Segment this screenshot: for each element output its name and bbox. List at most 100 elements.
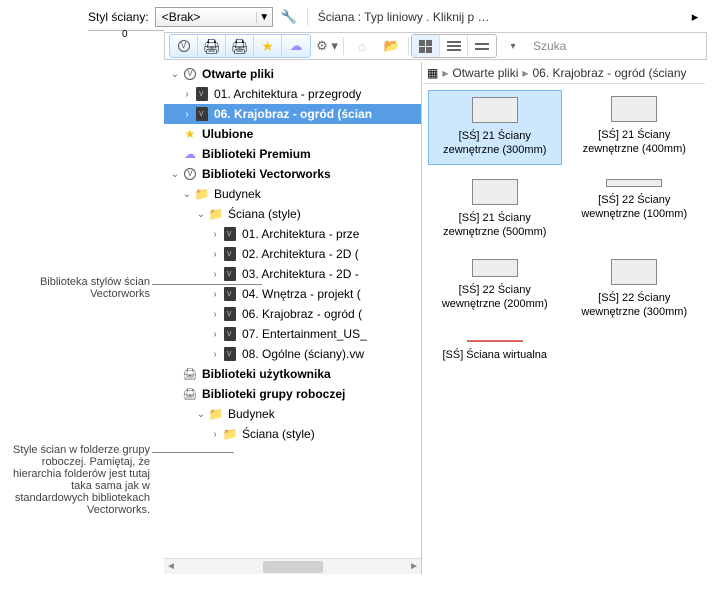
thumb-item[interactable]: [SŚ] 22 Ściany wewnętrzne (100mm) — [568, 173, 702, 246]
annotation-text: Style ścian w folderze grupy roboczej. P… — [13, 444, 150, 516]
tree-style-08[interactable]: ›08. Ogólne (ściany).vw — [164, 344, 421, 364]
disclosure-icon[interactable]: ⌄ — [180, 189, 194, 200]
disclosure-icon[interactable]: ⌄ — [168, 169, 182, 180]
scroll-left-icon[interactable]: ◄ — [166, 561, 176, 572]
tree-style-04[interactable]: › 04. Wnętrza - projekt ( — [164, 284, 421, 304]
thumb-item[interactable]: [SŚ] 22 Ściany wewnętrzne (300mm) — [568, 253, 702, 326]
thumb-preview — [472, 179, 518, 205]
disclosure-icon[interactable]: › — [208, 349, 222, 360]
folder-open-icon[interactable]: 📂 — [378, 34, 406, 58]
thumb-item[interactable]: [SŚ] 22 Ściany wewnętrzne (200mm) — [428, 253, 562, 326]
disclosure-icon[interactable]: › — [208, 289, 222, 300]
node-label: Ściana (style) — [226, 207, 301, 221]
ruler: 0 — [88, 30, 164, 48]
node-label: 04. Wnętrza - projekt ( — [240, 287, 361, 301]
thumb-caption: [SŚ] 21 Ściany zewnętrzne (300mm) — [433, 129, 557, 158]
cloud-icon: ☁ — [182, 146, 198, 162]
search-input[interactable]: Szuka — [533, 39, 566, 53]
help-icon[interactable]: ▸ — [683, 6, 707, 28]
node-label: 03. Architektura - 2D - — [240, 267, 359, 281]
disclosure-icon[interactable]: › — [208, 269, 222, 280]
gear-icon[interactable]: ⚙ ▾ — [313, 34, 341, 58]
disclosure-icon[interactable]: ⌄ — [194, 409, 208, 420]
user-icon[interactable]: 🖨 — [198, 35, 226, 57]
home-icon[interactable]: ⌂ — [348, 34, 376, 58]
node-label: 06. Krajobraz - ogród ( — [240, 307, 362, 321]
thumb-caption: [SŚ] 22 Ściany wewnętrzne (200mm) — [432, 283, 558, 312]
file-icon — [194, 86, 210, 102]
disclosure-icon[interactable]: ⌄ — [194, 209, 208, 220]
file-icon — [222, 326, 238, 342]
file-icon — [222, 286, 238, 302]
ruler-zero: 0 — [122, 29, 128, 40]
file-icon — [194, 106, 210, 122]
thumb-caption: [SŚ] 21 Ściany zewnętrzne (400mm) — [572, 128, 698, 157]
crumb-open-files[interactable]: Otwarte pliki — [452, 66, 518, 80]
folder-icon: 📁 — [194, 186, 210, 202]
grid-view-icon[interactable] — [412, 35, 440, 57]
tree-premium[interactable]: › ☁ Biblioteki Premium — [164, 144, 421, 164]
node-label: Biblioteki grupy roboczej — [200, 387, 345, 401]
vw-icon: V — [182, 166, 198, 182]
settings-icon[interactable]: 🔧 — [277, 6, 301, 28]
cloud-icon[interactable]: ☁ — [282, 35, 310, 57]
disclosure-icon[interactable]: ⌄ — [168, 69, 182, 80]
node-label: 06. Krajobraz - ogród (ścian — [212, 107, 372, 121]
tree-workgroup-libraries[interactable]: › 🖨 Biblioteki grupy roboczej — [164, 384, 421, 404]
tree-vw-libraries[interactable]: ⌄ V Biblioteki Vectorworks — [164, 164, 421, 184]
breadcrumb-icon[interactable]: ▦ — [427, 66, 438, 80]
file-icon — [222, 226, 238, 242]
dropdown-value: <Brak> — [156, 10, 256, 24]
tree-style-01[interactable]: ›01. Architektura - prze — [164, 224, 421, 244]
tree-file-06-selected[interactable]: › 06. Krajobraz - ogród (ścian — [164, 104, 421, 124]
disclosure-icon[interactable]: › — [180, 109, 194, 120]
annotation-workgroup: Style ścian w folderze grupy roboczej. P… — [0, 444, 150, 516]
mode-description: Ściana : Typ liniowy . Kliknij p … — [314, 10, 679, 24]
list-view-icon[interactable] — [440, 35, 468, 57]
thumb-item[interactable]: [SŚ] Ściana wirtualna — [428, 334, 562, 368]
tree-wg-sciana[interactable]: › 📁 Ściana (style) — [164, 424, 421, 444]
tree-favorites[interactable]: › ★ Ulubione — [164, 124, 421, 144]
tree-style-06[interactable]: › 06. Krajobraz - ogród ( — [164, 304, 421, 324]
more-icon[interactable]: ▾ — [499, 34, 527, 58]
tree-budynek[interactable]: ⌄ 📁 Budynek — [164, 184, 421, 204]
tree-user-libraries[interactable]: › 🖨 Biblioteki użytkownika — [164, 364, 421, 384]
style-label: Styl ściany: — [88, 10, 151, 24]
thumb-item[interactable]: [SŚ] 21 Ściany zewnętrzne (500mm) — [428, 173, 562, 246]
annotation-text: Biblioteka stylów ścian Vectorworks — [40, 276, 150, 300]
node-label: 07. Entertainment_US_ — [240, 327, 367, 341]
disclosure-icon[interactable]: › — [208, 229, 222, 240]
disclosure-icon[interactable]: › — [208, 309, 222, 320]
disclosure-icon[interactable]: › — [180, 89, 194, 100]
separator — [343, 37, 344, 55]
disclosure-icon[interactable]: › — [208, 329, 222, 340]
tree-sciana-style[interactable]: ⌄ 📁 Ściana (style) — [164, 204, 421, 224]
tree-style-02[interactable]: ›02. Architektura - 2D ( — [164, 244, 421, 264]
disclosure-icon[interactable]: › — [208, 249, 222, 260]
thumb-preview — [611, 259, 657, 285]
group-icon[interactable]: 🖨 — [226, 35, 254, 57]
disclosure-icon[interactable]: › — [208, 429, 222, 440]
vw-icon: V — [182, 66, 198, 82]
thumb-item[interactable]: [SŚ] 21 Ściany zewnętrzne (400mm) — [568, 90, 702, 165]
tree-file-01[interactable]: › 01. Architektura - przegrody — [164, 84, 421, 104]
vw-icon[interactable]: V — [170, 35, 198, 57]
node-label: 01. Architektura - przegrody — [212, 87, 361, 101]
node-label: Budynek — [226, 407, 275, 421]
scroll-right-icon[interactable]: ► — [409, 561, 419, 572]
wall-style-dropdown[interactable]: <Brak> ▼ — [155, 7, 273, 27]
tree-hscrollbar[interactable]: ◄ ► — [164, 558, 421, 574]
scroll-thumb[interactable] — [263, 561, 323, 573]
node-label: Ściana (style) — [240, 427, 315, 441]
star-icon[interactable]: ★ — [254, 35, 282, 57]
resource-toolbar: V 🖨 🖨 ★ ☁ ⚙ ▾ ⌂ 📂 ▾ Szuka — [164, 32, 707, 60]
crumb-leaf[interactable]: 06. Krajobraz - ogród (ściany — [532, 66, 686, 80]
tree-style-07[interactable]: › 07. Entertainment_US_ — [164, 324, 421, 344]
thumb-item[interactable]: [SŚ] 21 Ściany zewnętrzne (300mm) — [428, 90, 562, 165]
detail-view-icon[interactable] — [468, 35, 496, 57]
thumb-preview — [467, 340, 523, 342]
tree-wg-budynek[interactable]: ⌄ 📁 Budynek — [164, 404, 421, 424]
tree-style-03[interactable]: › 03. Architektura - 2D - — [164, 264, 421, 284]
view-mode-group — [411, 34, 497, 58]
tree-open-files[interactable]: ⌄ V Otwarte pliki — [164, 64, 421, 84]
